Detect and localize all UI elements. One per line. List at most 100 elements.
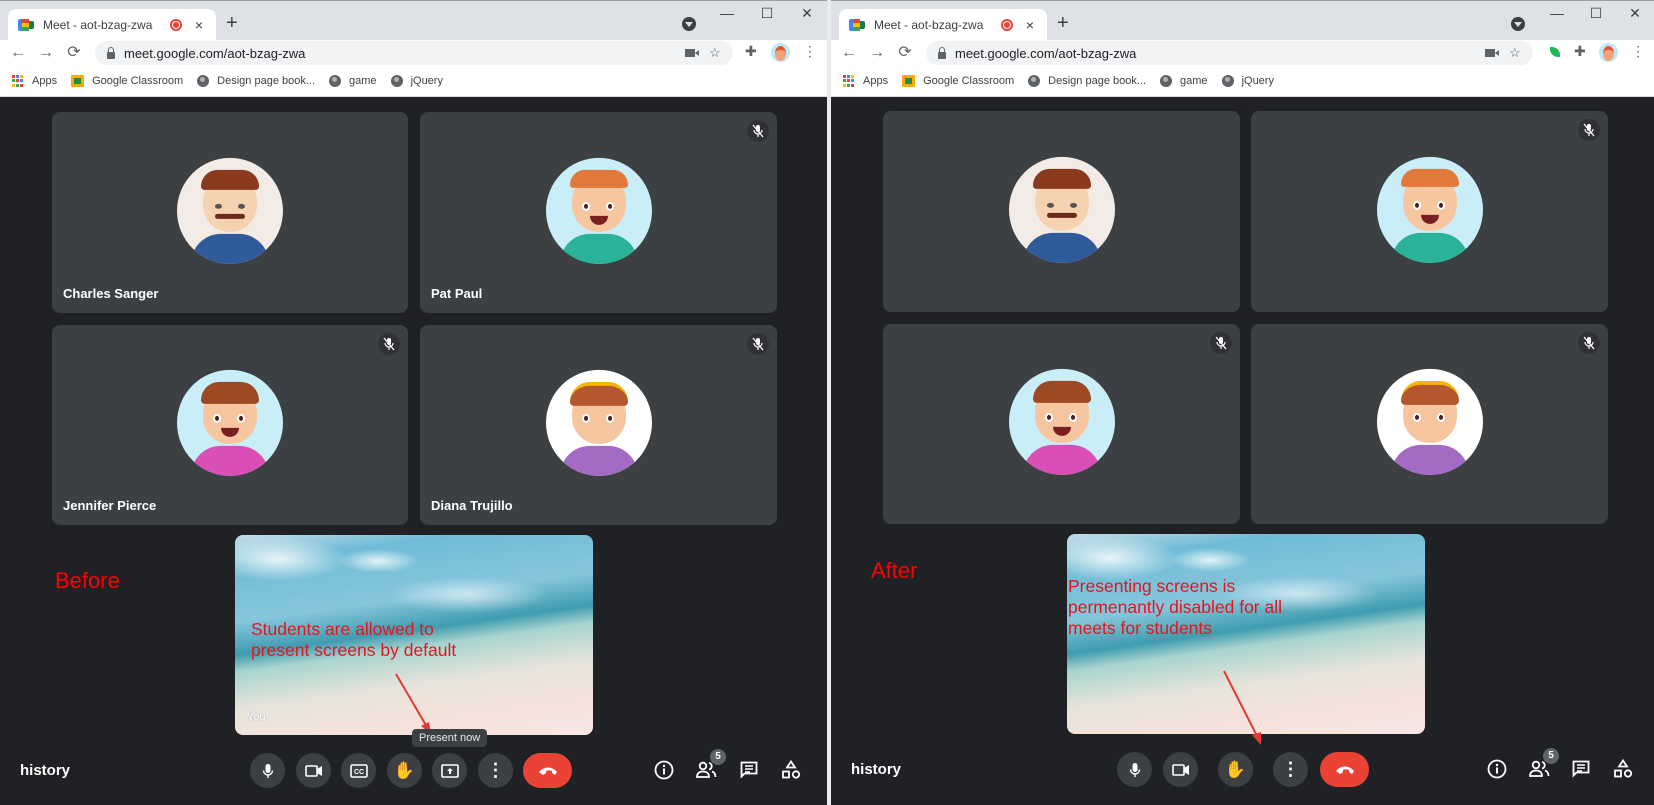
shapes-icon <box>1614 759 1633 778</box>
participant-count-badge: 5 <box>1543 748 1559 764</box>
apps-grid-icon <box>12 75 24 87</box>
leave-call-button[interactable] <box>523 753 572 788</box>
menu-kebab-icon[interactable]: ⋮ <box>1631 43 1645 60</box>
back-button[interactable]: ← <box>8 42 28 64</box>
annotation-label-before: Before <box>55 568 120 593</box>
bookmark-jquery[interactable]: jQuery <box>1221 75 1274 87</box>
close-window-button[interactable]: ✕ <box>1620 5 1650 22</box>
bookmark-game[interactable]: game <box>1160 75 1208 87</box>
annotation-text: Students are allowed to present screens … <box>251 619 457 660</box>
bookmark-design-page[interactable]: Design page book... <box>197 75 315 87</box>
mic-muted-icon <box>747 333 769 355</box>
video-camera-icon <box>304 764 322 777</box>
more-options-button[interactable]: ⋮ <box>1273 752 1308 787</box>
meeting-details-button[interactable] <box>1485 757 1509 781</box>
bookmark-star-icon[interactable]: ☆ <box>1509 45 1521 61</box>
chat-button[interactable] <box>737 758 761 782</box>
tab-strip: Meet - aot-bzag-zwa × + — ☐ ✕ <box>831 0 1654 41</box>
bookmark-game[interactable]: game <box>329 75 377 87</box>
captions-button[interactable]: CC <box>341 753 376 788</box>
bookmark-star-icon[interactable]: ☆ <box>709 45 721 61</box>
participant-tile[interactable]: Jennifer Pierce <box>52 325 408 525</box>
participant-tile[interactable]: Diana Trujillo <box>420 325 777 525</box>
bookmark-label: Design page book... <box>217 75 316 87</box>
raise-hand-button[interactable]: ✋ <box>387 753 422 788</box>
bookmark-jquery[interactable]: jQuery <box>390 75 443 87</box>
camera-button[interactable] <box>1163 752 1198 787</box>
forward-button[interactable]: → <box>867 42 887 64</box>
raise-hand-button[interactable]: ✋ <box>1218 752 1253 787</box>
camera-in-use-icon[interactable] <box>685 49 699 57</box>
tab-strip: Meet - aot-bzag-zwa × + — ☐ ✕ <box>0 0 827 41</box>
minimize-button[interactable]: — <box>712 5 742 21</box>
profile-avatar[interactable] <box>771 43 790 62</box>
closed-captions-icon: CC <box>349 763 368 778</box>
participant-tile[interactable] <box>883 111 1240 312</box>
bookmark-google-classroom[interactable]: Google Classroom <box>902 75 1014 87</box>
leave-call-button[interactable] <box>1320 752 1369 787</box>
tab-search-icon[interactable] <box>1511 17 1525 31</box>
camera-button[interactable] <box>296 753 331 788</box>
bookmark-design-page[interactable]: Design page book... <box>1028 75 1146 87</box>
show-everyone-button[interactable]: 5 <box>694 749 726 782</box>
activities-button[interactable] <box>779 758 803 782</box>
participant-tile[interactable]: Pat Paul <box>420 112 777 313</box>
annotation-text: Presenting screens is permenantly disabl… <box>1068 576 1283 638</box>
browser-toolbar: ← → ⟳ meet.google.com/aot-bzag-zwa ☆ ✚ ⋮ <box>0 40 827 66</box>
extension-green-icon[interactable] <box>1550 47 1560 57</box>
participant-tile[interactable] <box>1251 324 1608 524</box>
close-tab-icon[interactable]: × <box>1023 17 1037 33</box>
menu-kebab-icon[interactable]: ⋮ <box>803 43 817 60</box>
extensions-icon[interactable]: ✚ <box>745 43 757 60</box>
reload-button[interactable]: ⟳ <box>895 42 915 64</box>
address-text: meet.google.com/aot-bzag-zwa <box>124 45 306 61</box>
profile-avatar[interactable] <box>1599 43 1618 62</box>
minimize-button[interactable]: — <box>1542 5 1572 21</box>
close-tab-icon[interactable]: × <box>192 17 206 33</box>
record-icon <box>1001 19 1013 31</box>
maximize-button[interactable]: ☐ <box>752 5 782 22</box>
record-icon <box>170 19 182 31</box>
activities-button[interactable] <box>1611 757 1635 781</box>
google-meet-icon <box>849 19 865 31</box>
show-everyone-button[interactable]: 5 <box>1527 748 1559 781</box>
participant-tile[interactable] <box>1251 111 1608 312</box>
back-button[interactable]: ← <box>839 42 859 64</box>
participant-name: Pat Paul <box>431 286 483 301</box>
maximize-button[interactable]: ☐ <box>1581 5 1611 22</box>
forward-button[interactable]: → <box>36 42 56 64</box>
camera-in-use-icon[interactable] <box>1485 49 1499 57</box>
microphone-button[interactable] <box>1117 752 1152 787</box>
tab-search-icon[interactable] <box>682 17 696 31</box>
bookmark-apps[interactable]: Apps <box>843 75 888 87</box>
more-options-button[interactable]: ⋮ <box>478 753 513 788</box>
present-now-button[interactable] <box>432 753 467 788</box>
google-classroom-icon <box>902 75 916 87</box>
new-tab-button[interactable]: + <box>226 13 238 33</box>
microphone-button[interactable] <box>250 753 285 788</box>
address-bar[interactable]: meet.google.com/aot-bzag-zwa ☆ <box>926 41 1533 65</box>
self-label: You <box>247 711 266 723</box>
address-bar[interactable]: meet.google.com/aot-bzag-zwa ☆ <box>95 41 733 65</box>
participant-tile[interactable]: Charles Sanger <box>52 112 408 313</box>
participant-tile[interactable] <box>883 324 1240 524</box>
browser-tab[interactable]: Meet - aot-bzag-zwa × <box>839 9 1047 41</box>
browser-toolbar: ← → ⟳ meet.google.com/aot-bzag-zwa ☆ ✚ ⋮ <box>831 40 1654 66</box>
bookmark-apps[interactable]: Apps <box>12 75 57 87</box>
close-window-button[interactable]: ✕ <box>792 5 822 22</box>
mic-muted-icon <box>1578 332 1600 354</box>
browser-tab[interactable]: Meet - aot-bzag-zwa × <box>8 9 216 41</box>
mic-muted-icon <box>378 333 400 355</box>
bookmark-google-classroom[interactable]: Google Classroom <box>71 75 183 87</box>
svg-text:CC: CC <box>353 769 363 776</box>
new-tab-button[interactable]: + <box>1057 13 1069 33</box>
chat-button[interactable] <box>1569 757 1593 781</box>
reload-button[interactable]: ⟳ <box>64 42 84 64</box>
meeting-details-button[interactable] <box>652 758 676 782</box>
meeting-controls-bar: history ✋ ⋮ 5 <box>831 744 1654 804</box>
lock-icon <box>938 46 946 59</box>
chat-icon <box>740 761 758 779</box>
extensions-icon[interactable]: ✚ <box>1574 43 1586 60</box>
bookmark-label: Apps <box>32 75 58 87</box>
bookmark-label: jQuery <box>410 75 443 87</box>
